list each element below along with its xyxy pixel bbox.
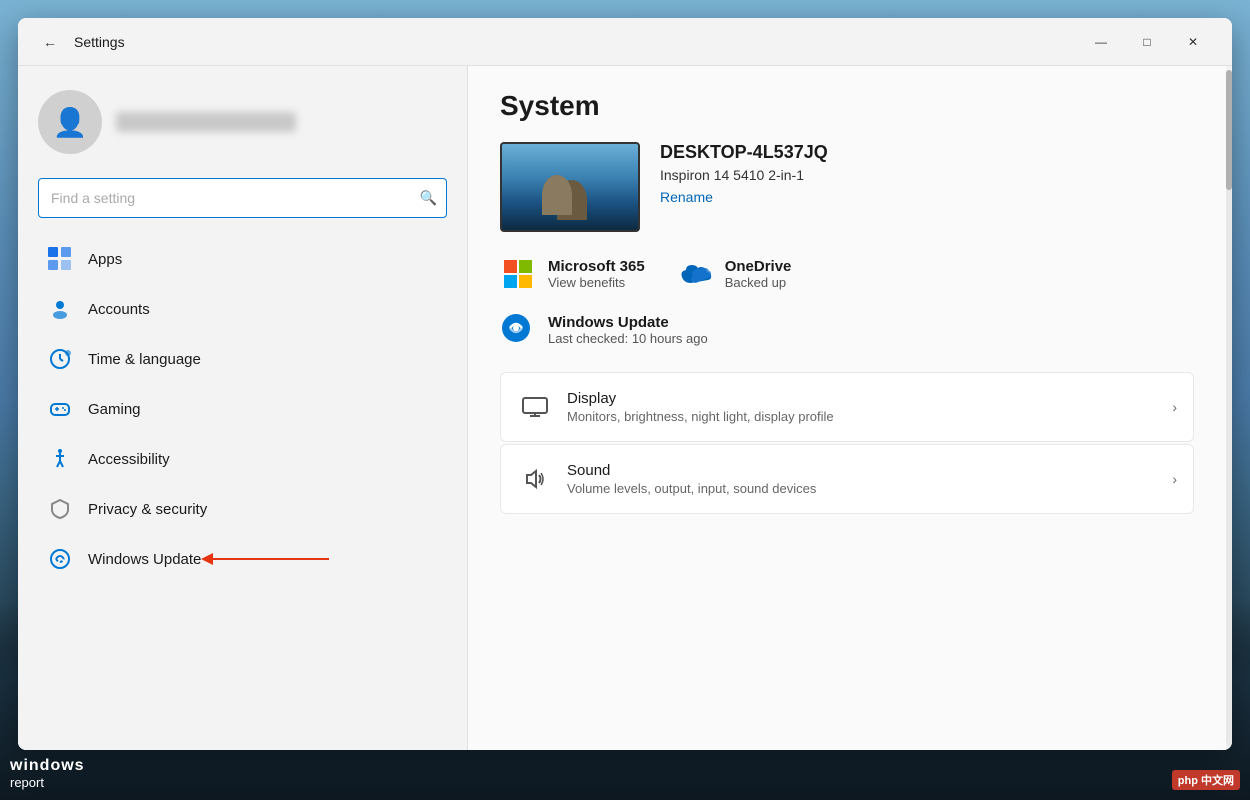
settings-window: ← Settings — □ ✕ 👤 🔍 bbox=[18, 18, 1232, 750]
watermark-php: php 中文网 bbox=[1172, 770, 1240, 790]
back-button[interactable]: ← bbox=[34, 26, 66, 58]
apps-icon bbox=[46, 245, 74, 273]
onedrive-sub: Backed up bbox=[725, 275, 792, 290]
accounts-icon bbox=[46, 295, 74, 323]
windows-update-row-with-arrow: Windows Update bbox=[88, 551, 329, 568]
device-info: DESKTOP-4L537JQ Inspiron 14 5410 2-in-1 … bbox=[660, 142, 1194, 207]
sidebar-label-accessibility: Accessibility bbox=[88, 451, 170, 468]
title-bar: ← Settings — □ ✕ bbox=[18, 18, 1232, 66]
time-language-icon bbox=[46, 345, 74, 373]
red-arrow-annotation bbox=[209, 558, 329, 560]
onedrive-name: OneDrive bbox=[725, 258, 792, 275]
microsoft365-info: Microsoft 365 View benefits bbox=[548, 258, 645, 290]
device-model: Inspiron 14 5410 2-in-1 bbox=[660, 167, 1194, 183]
window-title: Settings bbox=[74, 34, 1078, 50]
scrollbar-thumb[interactable] bbox=[1226, 70, 1232, 190]
window-body: 👤 🔍 Apps bbox=[18, 66, 1232, 750]
main-content: System DESKTOP-4L537JQ Inspiron 14 5410 … bbox=[468, 66, 1226, 750]
search-box: 🔍 bbox=[38, 178, 447, 218]
display-icon bbox=[517, 389, 553, 425]
sidebar-label-gaming: Gaming bbox=[88, 401, 141, 418]
service-onedrive[interactable]: OneDrive Backed up bbox=[677, 256, 792, 292]
microsoft365-icon bbox=[500, 256, 536, 292]
maximize-button[interactable]: □ bbox=[1124, 26, 1170, 58]
user-profile[interactable]: 👤 bbox=[18, 66, 467, 170]
sound-title: Sound bbox=[567, 462, 1158, 479]
windows-update-main-icon bbox=[500, 312, 536, 348]
window-controls: — □ ✕ bbox=[1078, 26, 1216, 58]
sidebar: 👤 🔍 Apps bbox=[18, 66, 468, 750]
display-title: Display bbox=[567, 390, 1158, 407]
page-title: System bbox=[500, 90, 1194, 122]
sidebar-label-privacy-security: Privacy & security bbox=[88, 501, 207, 518]
service-microsoft365[interactable]: Microsoft 365 View benefits bbox=[500, 256, 645, 292]
minimize-button[interactable]: — bbox=[1078, 26, 1124, 58]
sidebar-item-accounts[interactable]: Accounts bbox=[26, 285, 459, 333]
gaming-icon bbox=[46, 395, 74, 423]
search-icon: 🔍 bbox=[420, 190, 437, 207]
windows-update-main-info: Windows Update Last checked: 10 hours ag… bbox=[548, 314, 708, 346]
display-desc: Monitors, brightness, night light, displ… bbox=[567, 409, 1158, 424]
privacy-security-icon bbox=[46, 495, 74, 523]
microsoft365-sub: View benefits bbox=[548, 275, 645, 290]
sidebar-label-accounts: Accounts bbox=[88, 301, 150, 318]
sound-text: Sound Volume levels, output, input, soun… bbox=[567, 462, 1158, 496]
setting-item-sound[interactable]: Sound Volume levels, output, input, soun… bbox=[500, 444, 1194, 514]
windows-update-title: Windows Update bbox=[548, 314, 708, 331]
device-thumbnail bbox=[500, 142, 640, 232]
watermark-windows-report: windows report bbox=[10, 757, 85, 790]
windows-update-sidebar-icon bbox=[46, 545, 74, 573]
device-card: DESKTOP-4L537JQ Inspiron 14 5410 2-in-1 … bbox=[500, 142, 1194, 232]
services-row: Microsoft 365 View benefits OneDrive Bac… bbox=[500, 256, 1194, 292]
settings-list: Display Monitors, brightness, night ligh… bbox=[500, 372, 1194, 514]
rename-link[interactable]: Rename bbox=[660, 189, 713, 205]
onedrive-info: OneDrive Backed up bbox=[725, 258, 792, 290]
sidebar-label-apps: Apps bbox=[88, 251, 122, 268]
windows-update-sub: Last checked: 10 hours ago bbox=[548, 331, 708, 346]
accessibility-icon bbox=[46, 445, 74, 473]
sound-chevron: › bbox=[1172, 471, 1177, 487]
user-name bbox=[116, 112, 296, 132]
scrollbar-track[interactable] bbox=[1226, 70, 1232, 746]
sidebar-item-windows-update[interactable]: Windows Update bbox=[26, 535, 459, 583]
sidebar-item-accessibility[interactable]: Accessibility bbox=[26, 435, 459, 483]
sidebar-item-apps[interactable]: Apps bbox=[26, 235, 459, 283]
sidebar-item-privacy-security[interactable]: Privacy & security bbox=[26, 485, 459, 533]
sidebar-item-time-language[interactable]: Time & language bbox=[26, 335, 459, 383]
device-name: DESKTOP-4L537JQ bbox=[660, 142, 1194, 163]
sidebar-label-time-language: Time & language bbox=[88, 351, 201, 368]
search-input[interactable] bbox=[38, 178, 447, 218]
sound-icon bbox=[517, 461, 553, 497]
sidebar-item-gaming[interactable]: Gaming bbox=[26, 385, 459, 433]
display-text: Display Monitors, brightness, night ligh… bbox=[567, 390, 1158, 424]
windows-update-main[interactable]: Windows Update Last checked: 10 hours ag… bbox=[500, 312, 1194, 348]
onedrive-icon bbox=[677, 256, 713, 292]
microsoft365-name: Microsoft 365 bbox=[548, 258, 645, 275]
display-chevron: › bbox=[1172, 399, 1177, 415]
close-button[interactable]: ✕ bbox=[1170, 26, 1216, 58]
avatar: 👤 bbox=[38, 90, 102, 154]
user-icon: 👤 bbox=[53, 106, 88, 139]
setting-item-display[interactable]: Display Monitors, brightness, night ligh… bbox=[500, 372, 1194, 442]
sound-desc: Volume levels, output, input, sound devi… bbox=[567, 481, 1158, 496]
sidebar-label-windows-update: Windows Update bbox=[88, 551, 201, 568]
